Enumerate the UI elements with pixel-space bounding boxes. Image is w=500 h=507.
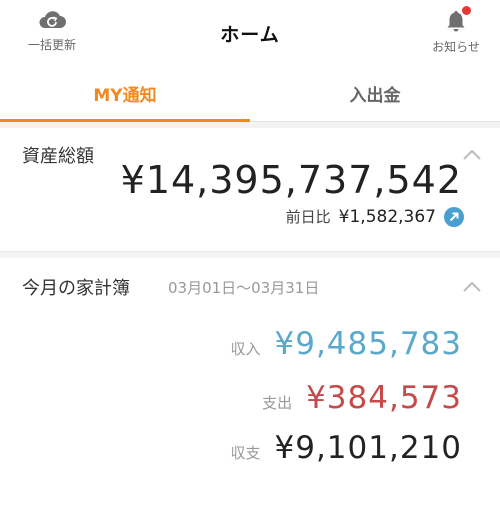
chevron-up-icon[interactable] bbox=[462, 148, 482, 162]
notifications-button[interactable]: お知らせ bbox=[424, 6, 488, 55]
app-header: 一括更新 ホーム お知らせ bbox=[0, 0, 500, 64]
prev-day-change: 前日比 ¥1,582,367 bbox=[286, 206, 464, 227]
notifications-label: お知らせ bbox=[432, 40, 480, 54]
tab-my-notifications[interactable]: MY通知 bbox=[0, 66, 250, 122]
trend-button[interactable] bbox=[444, 206, 464, 227]
expense-label: 支出 bbox=[262, 394, 293, 412]
total-assets-title: 資産総額 bbox=[22, 146, 94, 167]
prev-day-label: 前日比 bbox=[285, 208, 331, 226]
chevron-up-icon[interactable] bbox=[462, 280, 482, 294]
tab-deposits-withdrawals[interactable]: 入出金 bbox=[250, 66, 500, 121]
monthly-budget-card[interactable]: 今月の家計簿 03月01日〜03月31日 収入 ¥9,485,783 支出 ¥3… bbox=[0, 258, 500, 507]
expense-row: 支出 ¥384,573 bbox=[262, 380, 462, 416]
balance-value: ¥9,101,210 bbox=[274, 430, 462, 466]
total-assets-card[interactable]: 資産総額 ¥14,395,737,542 前日比 ¥1,582,367 bbox=[0, 128, 500, 252]
total-assets-value: ¥14,395,737,542 bbox=[120, 158, 462, 202]
balance-row: 収支 ¥9,101,210 bbox=[230, 430, 462, 466]
expense-value: ¥384,573 bbox=[306, 380, 462, 416]
notification-badge bbox=[462, 6, 471, 15]
arrow-up-right-icon bbox=[449, 212, 459, 221]
income-row: 収入 ¥9,485,783 bbox=[230, 326, 462, 362]
balance-label: 収支 bbox=[230, 444, 261, 462]
prev-day-value: ¥1,582,367 bbox=[338, 206, 436, 227]
budget-period: 03月01日〜03月31日 bbox=[168, 279, 320, 297]
income-value: ¥9,485,783 bbox=[274, 326, 462, 362]
tab-bar: MY通知 入出金 bbox=[0, 66, 500, 122]
monthly-budget-title: 今月の家計簿 bbox=[22, 278, 130, 299]
income-label: 収入 bbox=[230, 340, 261, 358]
